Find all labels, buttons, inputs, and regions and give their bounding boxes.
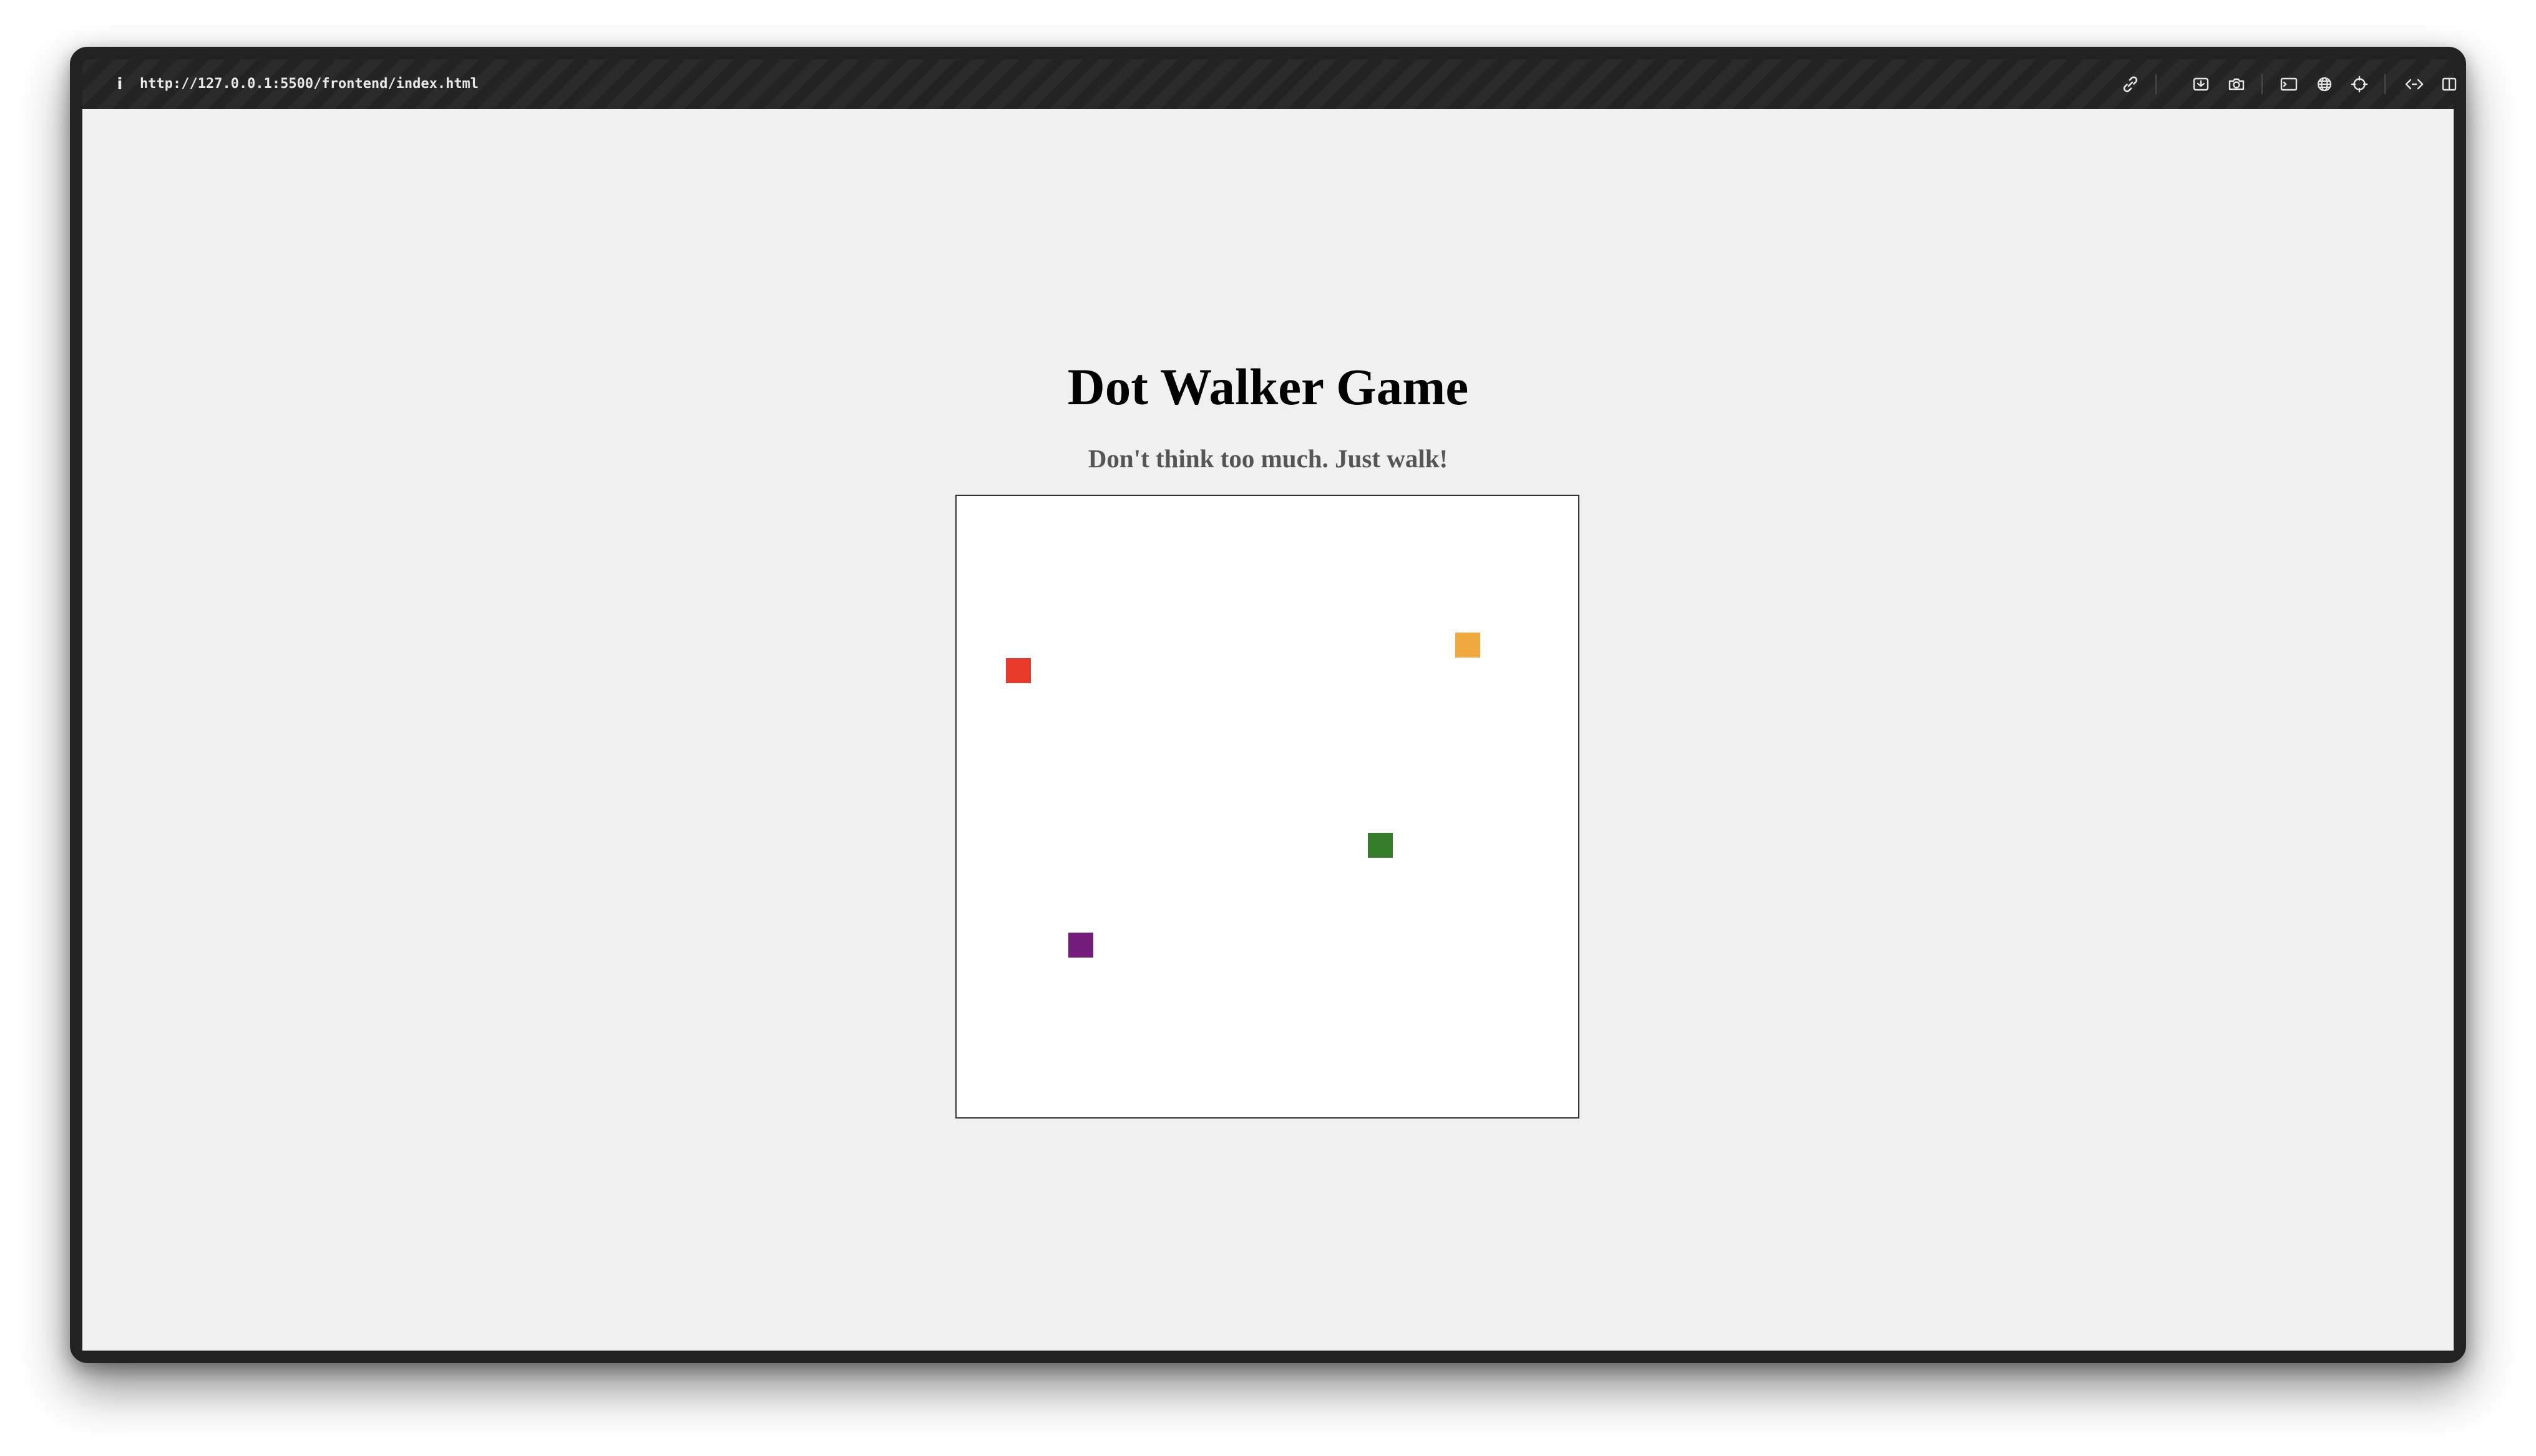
split-view-icon[interactable] [2437,72,2462,97]
toolbar-separator [2261,74,2263,94]
url-field[interactable]: http://127.0.0.1:5500/frontend/index.htm… [140,72,479,97]
page-subtitle: Don't think too much. Just walk! [1088,444,1448,473]
crosshair-icon[interactable] [2347,72,2372,97]
dot-orange [1455,633,1480,658]
camera-icon[interactable] [2224,72,2249,97]
dot-green [1368,833,1393,858]
terminal-icon[interactable] [2276,72,2301,97]
link-icon[interactable] [2118,72,2143,97]
toolbar-separator [2155,74,2157,94]
game-board[interactable] [955,495,1579,1119]
info-icon[interactable]: i [107,72,132,97]
page-viewport: Dot Walker Game Don't think too much. Ju… [82,109,2454,1351]
page-title: Dot Walker Game [1067,358,1469,415]
code-icon[interactable] [2402,72,2427,97]
browser-toolbar: i http://127.0.0.1:5500/frontend/index.h… [82,59,2457,109]
browser-window: i http://127.0.0.1:5500/frontend/index.h… [70,47,2466,1363]
dot-purple [1068,933,1093,958]
screenshot-icon[interactable] [2188,72,2213,97]
dot-red [1006,658,1031,683]
toolbar-separator [2384,74,2386,94]
globe-icon[interactable] [2312,72,2337,97]
